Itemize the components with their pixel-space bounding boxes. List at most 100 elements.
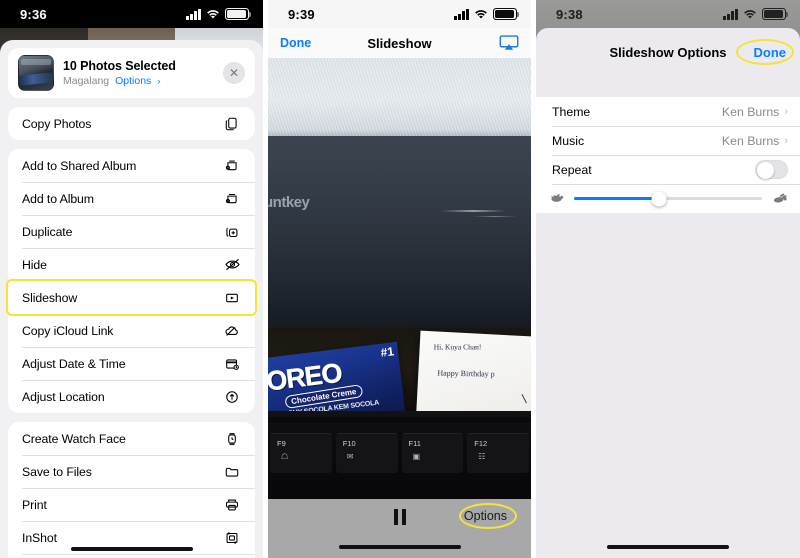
selection-thumbnail (18, 55, 54, 91)
book-glyph-icon: ☷ (478, 452, 486, 461)
options-list: Theme Ken Burns › Music Ken Burns › Repe… (536, 97, 800, 213)
status-bar-panel3: 9:38 (536, 0, 800, 28)
airplay-icon[interactable] (499, 35, 519, 51)
signal-icon (186, 8, 201, 20)
option-label: Repeat (552, 162, 592, 177)
menu-item-save-to-files[interactable]: Save to Files (8, 455, 255, 488)
panel-share-sheet: 9:36 10 Photos Selected Magalang Options… (0, 0, 263, 558)
option-label: Music (552, 133, 585, 148)
menu-group-3: Create Watch Face Save to Files Print In… (8, 422, 255, 558)
signal-icon (723, 8, 738, 20)
photo-ceiling (268, 58, 531, 136)
menu-item-label: Save to Files (22, 464, 92, 479)
menu-item-label: Copy iCloud Link (22, 323, 114, 338)
speed-slider-row[interactable] (536, 184, 800, 213)
menu-group-2: Add to Shared Album Add to Album Duplica… (6, 149, 257, 413)
option-row-theme[interactable]: Theme Ken Burns › (536, 97, 800, 126)
function-key-row: F9 ☖ F10 ✉ F11 ▣ F12 ☷ (268, 433, 531, 473)
home-indicator-panel1 (70, 547, 193, 551)
option-row-repeat[interactable]: Repeat (536, 155, 800, 184)
status-icons (186, 8, 252, 20)
note-line-1: Hi, Kuya Chan! (433, 342, 482, 352)
menu-item-copy-photos[interactable]: Copy Photos (8, 107, 255, 140)
wifi-icon (743, 9, 757, 20)
menu-item-search-google-lens[interactable]: Search with Google Lens (8, 554, 255, 558)
share-sheet-header: 10 Photos Selected Magalang Options › ✕ (8, 48, 255, 98)
menu-item-add-to-album[interactable]: Add to Album (8, 182, 255, 215)
key-label: F10 (342, 439, 356, 448)
menu-item-adjust-date-time[interactable]: Adjust Date & Time (8, 347, 255, 380)
menu-item-create-watch-face[interactable]: Create Watch Face (8, 422, 255, 455)
key-f11: F11 ▣ (401, 433, 464, 473)
status-clock: 9:36 (20, 6, 47, 22)
menu-item-label: Hide (22, 257, 47, 272)
key-label: F9 (277, 439, 286, 448)
note-pen-mark (521, 394, 527, 404)
status-clock: 9:38 (556, 6, 583, 22)
signal-icon (454, 8, 469, 20)
panel-slideshow-options: 9:38 Slideshow Options Done Theme Ken Bu… (536, 0, 800, 558)
monitor-brand-text: untkey (268, 194, 310, 211)
wifi-icon (206, 9, 220, 20)
slideshow-photo[interactable]: untkey #1 OREO Chocolate Creme BANH QUY … (268, 58, 531, 499)
selection-title: 10 Photos Selected (63, 59, 176, 73)
option-row-music[interactable]: Music Ken Burns › (536, 126, 800, 155)
menu-item-duplicate[interactable]: Duplicate (8, 215, 255, 248)
printer-icon (221, 494, 243, 516)
menu-item-label: Add to Shared Album (22, 158, 137, 173)
shared-album-icon (221, 155, 243, 177)
monitor-glare (441, 210, 505, 212)
key-label: F12 (474, 439, 488, 448)
page-title: Slideshow (367, 35, 432, 51)
share-options-link[interactable]: Options (115, 75, 151, 87)
photo-monitor: untkey (268, 136, 531, 328)
photo-keyboard: F9 ☖ F10 ✉ F11 ▣ F12 ☷ (268, 411, 531, 499)
menu-item-print[interactable]: Print (8, 488, 255, 521)
home-indicator-panel2 (338, 545, 461, 549)
chevron-right-icon: › (784, 134, 788, 147)
location-arrow-icon (221, 386, 243, 408)
menu-item-label: Adjust Date & Time (22, 356, 126, 371)
speed-slider-knob[interactable] (651, 191, 667, 206)
chevron-right-icon: › (784, 105, 788, 118)
options-highlight-ellipse (459, 503, 517, 529)
folder-icon (221, 461, 243, 483)
selection-album-name: Magalang (63, 75, 110, 87)
menu-item-label: Adjust Location (22, 389, 105, 404)
pause-icon[interactable] (393, 509, 406, 525)
panel-slideshow: 9:39 Done Slideshow untkey #1 OREO Choco… (268, 0, 531, 558)
repeat-toggle[interactable] (755, 160, 788, 179)
close-button[interactable]: ✕ (223, 62, 245, 84)
menu-item-hide[interactable]: Hide (8, 248, 255, 281)
menu-item-copy-icloud-link[interactable]: Copy iCloud Link (8, 314, 255, 347)
slideshow-options-sheet: Slideshow Options Done Theme Ken Burns ›… (536, 28, 800, 558)
chevron-right-icon: › (157, 76, 161, 86)
key-f12: F12 ☷ (467, 433, 529, 473)
menu-item-label: Slideshow (22, 290, 78, 305)
window-glyph-icon: ▣ (412, 452, 421, 461)
status-icons (723, 8, 789, 20)
add-album-icon (221, 188, 243, 210)
monitor-glare-2 (473, 216, 517, 218)
three-panel-screenshot: 9:36 10 Photos Selected Magalang Options… (0, 0, 800, 558)
oreo-hash-label: #1 (379, 344, 395, 360)
options-navbar: Slideshow Options Done (536, 28, 800, 76)
wifi-icon (474, 9, 488, 20)
menu-group-1: Copy Photos (8, 107, 255, 140)
speed-slider-track[interactable] (574, 191, 762, 206)
done-button[interactable]: Done (754, 45, 787, 60)
battery-icon (493, 8, 520, 20)
option-value: Ken Burns (721, 133, 780, 148)
home-indicator-panel3 (607, 545, 729, 549)
duplicate-icon (221, 221, 243, 243)
status-icons (454, 8, 520, 20)
menu-item-slideshow[interactable]: Slideshow (6, 279, 257, 316)
menu-item-label: Copy Photos (22, 116, 92, 131)
key-f10: F10 ✉ (335, 433, 398, 473)
copy-photos-icon (221, 113, 243, 135)
battery-icon (762, 8, 789, 20)
status-clock: 9:39 (288, 6, 315, 22)
menu-item-label: Print (22, 497, 47, 512)
menu-item-adjust-location[interactable]: Adjust Location (8, 380, 255, 413)
menu-item-add-to-shared-album[interactable]: Add to Shared Album (8, 149, 255, 182)
